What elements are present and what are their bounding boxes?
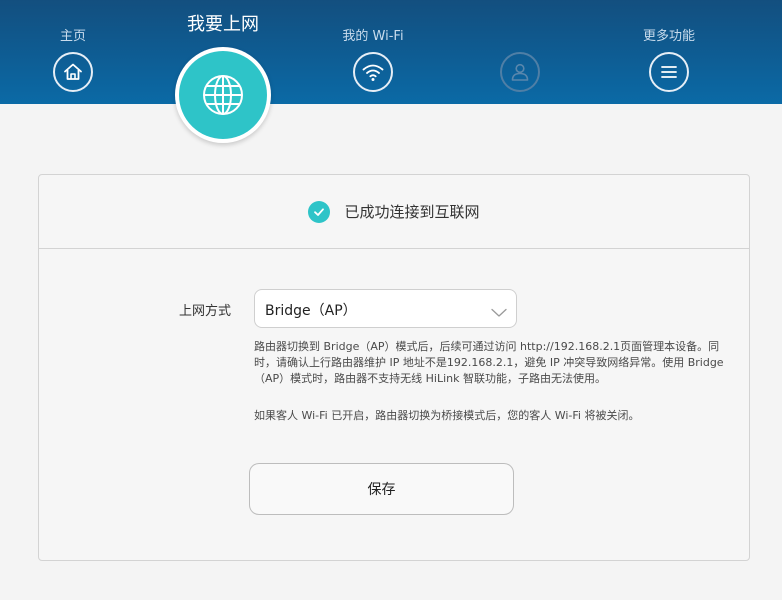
globe-icon [179,51,267,139]
nav-home[interactable]: 主页 [18,0,128,92]
mode-description: 路由器切换到 Bridge（AP）模式后，后续可通过访问 http://192.… [254,340,724,385]
nav-internet-badge[interactable] [175,47,271,143]
chevron-down-icon[interactable] [491,303,507,322]
guest-wifi-note: 如果客人 Wi-Fi 已开启，路由器切换为桥接模式后，您的客人 Wi-Fi 将被… [254,409,640,422]
check-icon [308,200,331,223]
internet-settings-card: 已成功连接到互联网 上网方式 Bridge（AP） 路由器切换到 Bridge（… [38,174,750,561]
mode-select-value: Bridge（AP） [265,303,357,319]
nav-wifi-label: 我的 Wi-Fi [342,29,404,44]
nav-internet[interactable]: 我要上网 [168,0,278,143]
home-icon[interactable] [53,52,93,92]
top-navigation: 主页 我的 Wi-Fi 更多功能 我要上网 [0,0,782,143]
mode-select[interactable]: Bridge（AP） [254,289,517,328]
connection-status: 已成功连接到互联网 [39,175,749,249]
menu-icon[interactable] [649,52,689,92]
wifi-icon[interactable] [353,52,393,92]
nav-home-label: 主页 [59,29,86,44]
nav-user[interactable] [465,0,575,92]
save-button[interactable]: 保存 [249,463,514,515]
nav-user-label [465,29,575,45]
status-text: 已成功连接到互联网 [344,203,480,221]
user-icon[interactable] [500,52,540,92]
mode-label: 上网方式 [179,304,232,319]
nav-my-wifi[interactable]: 我的 Wi-Fi [318,0,428,92]
nav-more-features[interactable]: 更多功能 [614,0,724,92]
nav-more-label: 更多功能 [642,29,695,44]
nav-internet-label: 我要上网 [187,14,259,35]
